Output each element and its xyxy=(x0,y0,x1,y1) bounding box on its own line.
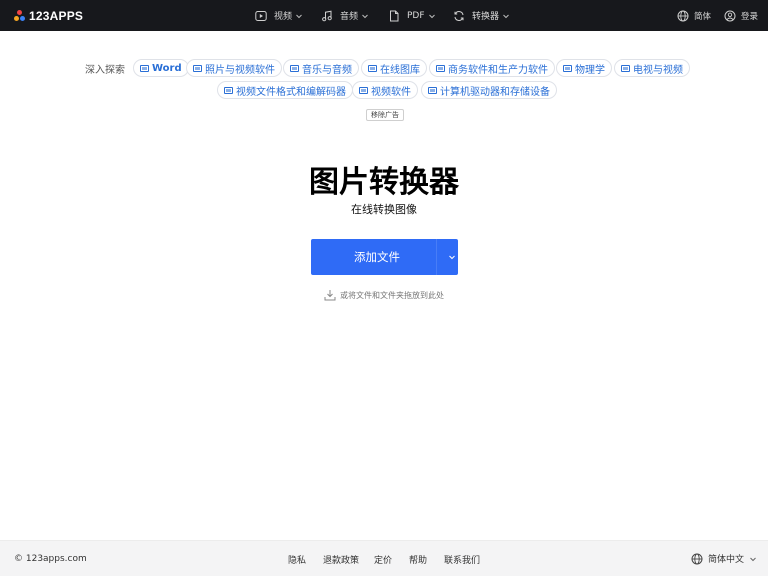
chip-music-audio[interactable]: 音乐与音频 xyxy=(283,59,359,77)
chip-label: 照片与视频软件 xyxy=(205,64,275,76)
chip-label: Word xyxy=(152,62,182,74)
nav-pdf-label: PDF xyxy=(407,10,425,21)
chip-business-software[interactable]: 商务软件和生产力软件 xyxy=(429,59,555,77)
page-title: 图片转换器 xyxy=(309,165,459,200)
download-icon xyxy=(324,290,336,301)
nav-converter-label: 转换器 xyxy=(472,12,500,22)
chip-label: 音乐与音频 xyxy=(302,64,352,76)
user-icon xyxy=(724,10,736,21)
chip-video-formats-codecs[interactable]: 视频文件格式和编解码器 xyxy=(217,81,353,99)
logo-dots-icon xyxy=(14,9,26,22)
chip-drives-storage[interactable]: 计算机驱动器和存储设备 xyxy=(421,81,557,99)
footer-link-contact[interactable]: 联系我们 xyxy=(444,553,480,566)
image-icon xyxy=(563,64,572,72)
button-divider xyxy=(436,239,437,275)
chip-label: 视频软件 xyxy=(371,86,411,98)
add-file-button[interactable]: 添加文件 xyxy=(311,239,458,275)
image-icon xyxy=(193,64,202,72)
language-switcher[interactable]: 简体 xyxy=(677,8,711,23)
chip-label: 商务软件和生产力软件 xyxy=(448,64,548,76)
play-icon xyxy=(255,10,267,21)
chip-video-software[interactable]: 视频软件 xyxy=(352,81,418,99)
footer-language-label: 简体中文 xyxy=(708,555,745,565)
image-icon xyxy=(368,64,377,72)
document-icon xyxy=(390,10,399,21)
chip-label: 电视与视频 xyxy=(633,64,683,76)
drop-zone-hint: 或将文件和文件夹拖放到此处 xyxy=(0,289,768,301)
chip-label: 计算机驱动器和存储设备 xyxy=(440,86,550,98)
image-icon xyxy=(290,64,299,72)
image-icon xyxy=(428,86,437,94)
nav-converter[interactable]: 转换器 xyxy=(453,8,510,23)
logo-text: 123APPS xyxy=(29,8,84,23)
chip-label: 在线图库 xyxy=(380,64,420,76)
chip-tv-video[interactable]: 电视与视频 xyxy=(614,59,690,77)
image-icon xyxy=(621,64,630,72)
footer-link-help[interactable]: 帮助 xyxy=(409,553,427,566)
nav-audio[interactable]: 音频 xyxy=(321,8,369,23)
chip-photo-video-software[interactable]: 照片与视频软件 xyxy=(186,59,282,77)
image-icon xyxy=(224,86,233,94)
chip-word[interactable]: Word xyxy=(133,59,189,77)
music-note-icon xyxy=(322,10,332,21)
explore-label: 深入探索 xyxy=(85,65,125,76)
convert-icon xyxy=(454,10,464,21)
top-nav-bar: 123APPS 视频 音频 PDF 转换器 简体 登录 xyxy=(0,0,768,31)
footer-link-pricing[interactable]: 定价 xyxy=(374,553,392,566)
drop-hint-text: 或将文件和文件夹拖放到此处 xyxy=(340,290,444,300)
copyright: © 123apps.com xyxy=(14,554,87,564)
page-subtitle: 在线转换图像 xyxy=(351,203,417,216)
chevron-down-icon xyxy=(750,557,756,561)
chip-label: 物理学 xyxy=(575,64,605,76)
remove-ad-button[interactable]: 移除广告 xyxy=(366,109,404,121)
footer-link-refund[interactable]: 退款政策 xyxy=(323,553,359,566)
login-button[interactable]: 登录 xyxy=(724,8,758,23)
nav-video-label: 视频 xyxy=(274,12,293,22)
language-label: 简体 xyxy=(694,11,712,22)
nav-audio-label: 音频 xyxy=(340,12,359,22)
chevron-down-icon xyxy=(428,14,435,18)
add-file-label: 添加文件 xyxy=(354,250,400,264)
image-icon xyxy=(359,86,368,94)
image-icon xyxy=(436,64,445,72)
chip-online-gallery[interactable]: 在线图库 xyxy=(361,59,427,77)
logo[interactable]: 123APPS xyxy=(14,8,84,23)
globe-icon xyxy=(677,10,689,21)
chevron-down-icon xyxy=(296,14,302,18)
nav-pdf[interactable]: PDF xyxy=(388,8,436,23)
footer-link-privacy[interactable]: 隐私 xyxy=(288,553,306,566)
footer: © 123apps.com 隐私 退款政策 定价 帮助 联系我们 简体中文 xyxy=(0,540,768,576)
chip-label: 视频文件格式和编解码器 xyxy=(236,86,346,98)
footer-language-select[interactable]: 简体中文 xyxy=(691,552,757,565)
nav-video[interactable]: 视频 xyxy=(255,8,303,23)
chip-physics[interactable]: 物理学 xyxy=(556,59,612,77)
chevron-down-icon[interactable] xyxy=(448,253,456,261)
chevron-down-icon xyxy=(362,14,368,18)
image-icon xyxy=(140,64,149,72)
globe-icon xyxy=(691,553,703,564)
chevron-down-icon xyxy=(503,14,509,18)
login-label: 登录 xyxy=(741,11,759,22)
